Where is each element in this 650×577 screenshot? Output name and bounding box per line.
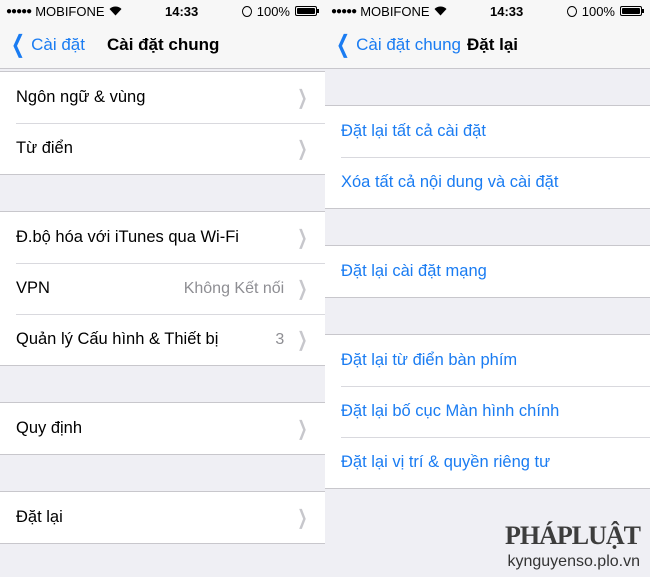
row-label: Đặt lại: [16, 508, 63, 526]
back-button[interactable]: ❮ Cài đặt chung: [325, 33, 461, 57]
row-label: Quản lý Cấu hình & Thiết bị: [16, 330, 219, 348]
page-title: Cài đặt chung: [106, 35, 220, 54]
reset-group: Đặt lại cài đặt mạng: [325, 245, 650, 298]
row-language-region[interactable]: Ngôn ngữ & vùng ❯: [0, 72, 325, 123]
row-label: Đ.bộ hóa với iTunes qua Wi-Fi: [16, 228, 239, 246]
chevron-right-icon: ❯: [297, 137, 308, 160]
row-label: VPN: [16, 279, 50, 297]
settings-group: Ngôn ngữ & vùng ❯ Từ điển ❯: [0, 71, 325, 175]
chevron-right-icon: ❯: [297, 506, 308, 529]
battery-icon: [294, 6, 319, 16]
row-label: Xóa tất cả nội dung và cài đặt: [341, 173, 559, 191]
back-button-label: Cài đặt: [31, 35, 85, 54]
battery-icon: [619, 6, 644, 16]
row-label: Quy định: [16, 419, 83, 437]
row-label: Đặt lại tất cả cài đặt: [341, 122, 486, 140]
row-label: Đặt lại bố cục Màn hình chính: [341, 402, 560, 420]
chevron-right-icon: ❯: [297, 417, 308, 440]
row-label: Từ điển: [16, 139, 73, 157]
vpn-status: Không Kết nối: [183, 279, 285, 297]
chevron-right-icon: ❯: [297, 328, 308, 351]
rotation-lock-icon: [566, 5, 577, 17]
general-settings-screen: ●●●●● MOBIFONE 14:33 100% ❮ Cài đặt Cài …: [0, 0, 325, 577]
row-regulatory[interactable]: Quy định ❯: [0, 403, 325, 454]
status-bar: ●●●●● MOBIFONE 14:33 100%: [325, 0, 650, 22]
row-label: Đặt lại cài đặt mạng: [341, 262, 487, 280]
row-vpn[interactable]: VPN Không Kết nối ❯: [0, 263, 325, 314]
battery-percent: 100%: [581, 3, 615, 19]
chevron-right-icon: ❯: [297, 86, 308, 109]
navigation-bar: ❮ Cài đặt Cài đặt chung: [0, 22, 325, 69]
wifi-icon: [434, 6, 447, 16]
rotation-lock-icon: [241, 5, 252, 17]
reset-screen: ●●●●● MOBIFONE 14:33 100% ❮ Cài đặt chun…: [325, 0, 650, 577]
carrier-label: MOBIFONE: [360, 3, 430, 19]
reset-group: Đặt lại tất cả cài đặt Xóa tất cả nội du…: [325, 105, 650, 209]
status-bar: ●●●●● MOBIFONE 14:33 100%: [0, 0, 325, 22]
back-button-label: Cài đặt chung: [356, 35, 462, 54]
row-label: Đặt lại từ điển bàn phím: [341, 351, 518, 369]
navigation-bar: ❮ Cài đặt chung Đặt lại: [325, 22, 650, 69]
row-itunes-wifi-sync[interactable]: Đ.bộ hóa với iTunes qua Wi-Fi ❯: [0, 212, 325, 263]
reset-keyboard-dictionary-button[interactable]: Đặt lại từ điển bàn phím: [325, 335, 650, 386]
row-dictionary[interactable]: Từ điển ❯: [0, 123, 325, 174]
profiles-count: 3: [275, 330, 285, 348]
signal-icon: ●●●●●: [331, 5, 357, 17]
chevron-right-icon: ❯: [297, 226, 308, 249]
row-label: Đặt lại vị trí & quyền riêng tư: [341, 453, 551, 471]
row-profiles-device-management[interactable]: Quản lý Cấu hình & Thiết bị 3 ❯: [0, 314, 325, 365]
carrier-label: MOBIFONE: [35, 3, 105, 19]
chevron-left-icon: ❮: [336, 31, 351, 58]
reset-group: Đặt lại từ điển bàn phím Đặt lại bố cục …: [325, 334, 650, 489]
battery-percent: 100%: [256, 3, 290, 19]
chevron-right-icon: ❯: [297, 277, 308, 300]
wifi-icon: [109, 6, 122, 16]
settings-group: Đặt lại ❯: [0, 491, 325, 544]
signal-icon: ●●●●●: [6, 5, 32, 17]
page-title: Đặt lại: [467, 35, 519, 54]
status-time: 14:33: [490, 3, 524, 19]
back-button[interactable]: ❮ Cài đặt: [0, 33, 85, 57]
settings-group: Quy định ❯: [0, 402, 325, 455]
watermark-site: kynguyenso.plo.vn: [507, 553, 640, 570]
chevron-left-icon: ❮: [11, 31, 26, 58]
reset-location-privacy-button[interactable]: Đặt lại vị trí & quyền riêng tư: [325, 437, 650, 488]
reset-home-layout-button[interactable]: Đặt lại bố cục Màn hình chính: [325, 386, 650, 437]
watermark-logo: PHÁPLUẬT: [505, 521, 641, 550]
status-time: 14:33: [165, 3, 199, 19]
reset-all-settings-button[interactable]: Đặt lại tất cả cài đặt: [325, 106, 650, 157]
watermark: PHÁPLUẬT kynguyenso.plo.vn: [505, 521, 641, 571]
settings-group: Đ.bộ hóa với iTunes qua Wi-Fi ❯ VPN Khôn…: [0, 211, 325, 366]
row-reset[interactable]: Đặt lại ❯: [0, 492, 325, 543]
erase-all-content-button[interactable]: Xóa tất cả nội dung và cài đặt: [325, 157, 650, 208]
row-label: Ngôn ngữ & vùng: [16, 88, 146, 106]
reset-network-settings-button[interactable]: Đặt lại cài đặt mạng: [325, 246, 650, 297]
